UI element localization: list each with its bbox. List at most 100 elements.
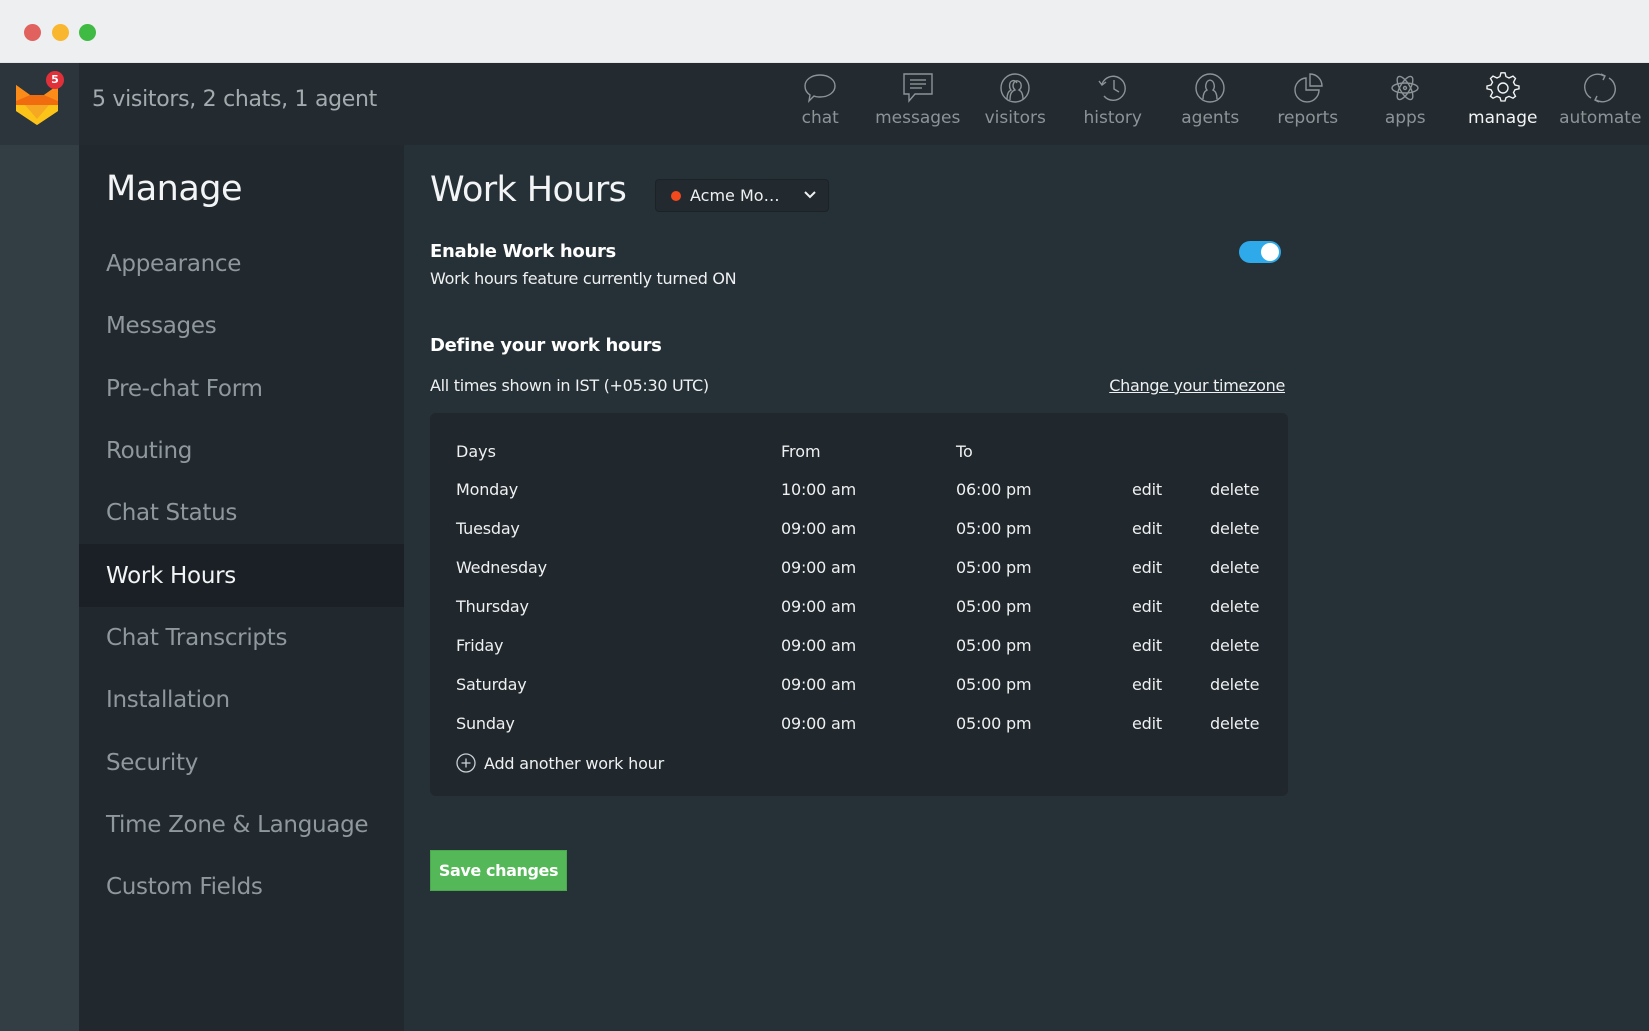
delete-link[interactable]: delete: [1210, 480, 1259, 499]
sidebar-item-custom-fields[interactable]: Custom Fields: [79, 856, 404, 918]
edit-link[interactable]: edit: [1132, 558, 1162, 577]
manage-sidebar: Manage Appearance Messages Pre-chat Form…: [79, 145, 404, 1031]
delete-link[interactable]: delete: [1210, 714, 1259, 733]
row-from: 10:00 am: [781, 480, 856, 499]
left-rail: [0, 145, 79, 1031]
delete-link[interactable]: delete: [1210, 558, 1259, 577]
nav-automate-label: automate: [1559, 108, 1642, 128]
sidebar-title: Manage: [106, 169, 243, 209]
toggle-knob: [1261, 243, 1279, 261]
delete-link[interactable]: delete: [1210, 519, 1259, 538]
edit-link[interactable]: edit: [1132, 675, 1162, 694]
gear-icon: [1486, 72, 1520, 102]
sidebar-item-chat-status[interactable]: Chat Status: [79, 482, 404, 544]
plus-circle-icon: [456, 753, 476, 773]
table-row: Wednesday 09:00 am 05:00 pm edit delete: [430, 558, 1288, 597]
atom-icon: [1391, 75, 1419, 101]
site-selector-dropdown[interactable]: Acme Mo…: [655, 179, 829, 212]
chevron-down-icon: [804, 191, 816, 199]
nav-chat-label: chat: [801, 108, 839, 128]
edit-link[interactable]: edit: [1132, 519, 1162, 538]
sidebar-item-messages[interactable]: Messages: [79, 295, 404, 357]
visitors-icon: [1000, 73, 1030, 103]
change-timezone-link[interactable]: Change your timezone: [1109, 376, 1285, 395]
table-row: Monday 10:00 am 06:00 pm edit delete: [430, 480, 1288, 519]
site-selector-value: Acme Mo…: [690, 186, 780, 205]
work-hours-table: Days From To Monday 10:00 am 06:00 pm ed…: [430, 413, 1288, 796]
nav-apps[interactable]: apps: [1357, 63, 1455, 145]
nav-messages[interactable]: messages: [869, 63, 967, 145]
main-nav: chat messages visitors history agents re…: [772, 63, 1649, 145]
nav-reports[interactable]: reports: [1259, 63, 1357, 145]
message-lines-icon: [903, 73, 933, 103]
row-day: Tuesday: [456, 519, 520, 538]
refresh-cycle-icon: [1584, 73, 1617, 103]
enable-work-hours-title: Enable Work hours: [430, 241, 616, 262]
nav-automate[interactable]: automate: [1552, 63, 1649, 145]
sidebar-item-installation[interactable]: Installation: [79, 669, 404, 731]
edit-link[interactable]: edit: [1132, 597, 1162, 616]
main-content: Work Hours Acme Mo… Enable Work hours Wo…: [404, 145, 1649, 1031]
row-day: Monday: [456, 480, 518, 499]
row-day: Wednesday: [456, 558, 547, 577]
nav-history[interactable]: history: [1064, 63, 1162, 145]
sidebar-item-security[interactable]: Security: [79, 731, 404, 793]
edit-link[interactable]: edit: [1132, 636, 1162, 655]
row-from: 09:00 am: [781, 597, 856, 616]
window-titlebar: [0, 0, 1649, 63]
edit-link[interactable]: edit: [1132, 480, 1162, 499]
nav-visitors-label: visitors: [984, 108, 1046, 128]
delete-link[interactable]: delete: [1210, 636, 1259, 655]
nav-manage-label: manage: [1468, 108, 1538, 128]
logo-cell[interactable]: 5: [0, 63, 79, 145]
column-header-days: Days: [456, 442, 496, 461]
nav-visitors[interactable]: visitors: [967, 63, 1065, 145]
pie-chart-icon: [1294, 73, 1323, 103]
sidebar-item-work-hours[interactable]: Work Hours: [79, 544, 404, 607]
row-from: 09:00 am: [781, 558, 856, 577]
sidebar-item-routing[interactable]: Routing: [79, 420, 404, 482]
nav-agents[interactable]: agents: [1162, 63, 1260, 145]
table-row: Saturday 09:00 am 05:00 pm edit delete: [430, 675, 1288, 714]
speech-bubble-icon: [804, 74, 836, 104]
page-title: Work Hours: [430, 170, 627, 210]
row-from: 09:00 am: [781, 714, 856, 733]
sidebar-item-chat-transcripts[interactable]: Chat Transcripts: [79, 607, 404, 669]
delete-link[interactable]: delete: [1210, 675, 1259, 694]
window-minimize-button[interactable]: [52, 24, 69, 41]
sidebar-item-time-zone-language[interactable]: Time Zone & Language: [79, 794, 404, 856]
delete-link[interactable]: delete: [1210, 597, 1259, 616]
enable-work-hours-description: Work hours feature currently turned ON: [430, 269, 737, 288]
sidebar-menu: Appearance Messages Pre-chat Form Routin…: [79, 233, 404, 918]
row-to: 05:00 pm: [956, 519, 1032, 538]
nav-history-label: history: [1083, 108, 1142, 128]
agent-person-icon: [1195, 73, 1225, 103]
nav-manage[interactable]: manage: [1454, 63, 1552, 145]
save-changes-button[interactable]: Save changes: [430, 850, 567, 891]
table-row: Thursday 09:00 am 05:00 pm edit delete: [430, 597, 1288, 636]
sidebar-item-pre-chat-form[interactable]: Pre-chat Form: [79, 358, 404, 420]
enable-work-hours-toggle[interactable]: [1239, 241, 1281, 263]
nav-messages-label: messages: [875, 108, 961, 128]
nav-chat[interactable]: chat: [772, 63, 870, 145]
site-status-dot: [671, 190, 681, 201]
row-to: 05:00 pm: [956, 636, 1032, 655]
edit-link[interactable]: edit: [1132, 714, 1162, 733]
table-row: Sunday 09:00 am 05:00 pm edit delete: [430, 714, 1288, 753]
add-work-hour-label: Add another work hour: [484, 753, 664, 773]
column-header-to: To: [956, 442, 973, 461]
row-to: 05:00 pm: [956, 597, 1032, 616]
app-header: 5 5 visitors, 2 chats, 1 agent chat mess…: [0, 63, 1649, 145]
nav-agents-label: agents: [1181, 108, 1240, 128]
row-day: Friday: [456, 636, 504, 655]
status-summary: 5 visitors, 2 chats, 1 agent: [92, 87, 378, 112]
window-maximize-button[interactable]: [79, 24, 96, 41]
add-work-hour-button[interactable]: Add another work hour: [456, 753, 664, 773]
column-header-from: From: [781, 442, 821, 461]
sidebar-item-appearance[interactable]: Appearance: [79, 233, 404, 295]
row-to: 06:00 pm: [956, 480, 1032, 499]
nav-apps-label: apps: [1384, 108, 1426, 128]
window-close-button[interactable]: [24, 24, 41, 41]
row-to: 05:00 pm: [956, 558, 1032, 577]
nav-reports-label: reports: [1277, 108, 1339, 128]
